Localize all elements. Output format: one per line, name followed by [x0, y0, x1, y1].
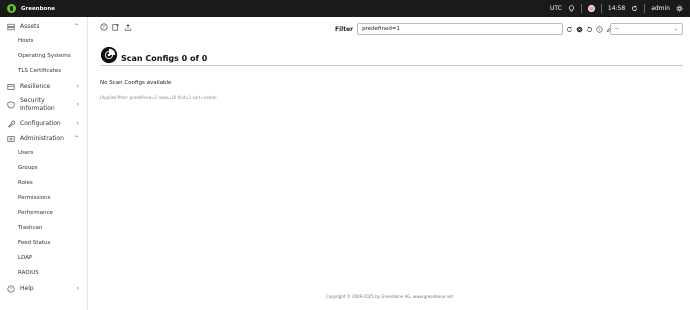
sidebar-group-label: Resilience	[20, 83, 51, 90]
chevron-right-icon: ›	[76, 83, 79, 90]
sidebar-group-label: Administration	[20, 135, 64, 142]
greenbone-logo-icon	[7, 4, 16, 13]
upload-icon[interactable]	[124, 23, 132, 31]
settings-gear-icon[interactable]	[676, 5, 683, 12]
chevron-up-icon: ⌃	[73, 135, 79, 142]
sidebar-group-label: Help	[20, 285, 34, 292]
chevron-right-icon: ›	[76, 285, 79, 292]
filter-input[interactable]	[357, 23, 564, 35]
sidebar-group-configuration[interactable]: Configuration ›	[0, 116, 87, 131]
admin-icon	[7, 135, 15, 142]
divider	[580, 4, 582, 13]
svg-text:?: ?	[598, 27, 600, 31]
refresh-icon[interactable]	[631, 5, 638, 12]
scan-config-icon	[100, 46, 118, 64]
filter-select-value: --	[615, 26, 619, 32]
resilience-icon	[7, 83, 15, 90]
sidebar-item-radius[interactable]: RADIUS	[0, 266, 87, 281]
filter-actions: ?	[566, 25, 613, 33]
sidebar: Assets ⌃ Hosts Operating Systems TLS Cer…	[0, 17, 88, 310]
clock-time: 14:58	[607, 5, 626, 12]
sidebar-item-operating-systems[interactable]: Operating Systems	[0, 49, 87, 64]
divider	[644, 4, 646, 13]
svg-text:?: ?	[10, 286, 12, 291]
help-icon: ?	[7, 284, 15, 293]
page-title: Scan Configs 0 of 0	[121, 53, 208, 63]
sidebar-group-label: Assets	[20, 23, 40, 30]
title-divider	[100, 65, 683, 66]
sidebar-group-resilience[interactable]: Resilience ›	[0, 79, 87, 94]
delete-filter-icon[interactable]	[576, 26, 583, 33]
location-pin-icon[interactable]	[568, 5, 575, 12]
divider	[600, 4, 602, 13]
chevron-down-icon: ⌄	[673, 26, 678, 32]
svg-text:?: ?	[103, 25, 105, 30]
sidebar-item-permissions[interactable]: Permissions	[0, 191, 87, 206]
brand-name: Greenbone	[21, 5, 55, 12]
sidebar-item-tls-certificates[interactable]: TLS Certificates	[0, 64, 87, 79]
toolbar: ?	[100, 23, 132, 31]
main-content: ? Filter ? -- ⌄ Scan Configs 0 of 0 No S…	[89, 17, 690, 310]
sidebar-group-administration[interactable]: Administration ⌃	[0, 131, 87, 146]
sidebar-group-help[interactable]: ? Help ›	[0, 281, 87, 296]
applied-filter-text: (Applied filter: predefined=1 rows=10 fi…	[100, 95, 217, 100]
filter-label: Filter	[335, 25, 354, 33]
chevron-right-icon: ›	[76, 120, 79, 127]
sidebar-item-hosts[interactable]: Hosts	[0, 34, 87, 49]
assets-icon	[7, 23, 15, 30]
page-header: Scan Configs 0 of 0	[100, 46, 207, 64]
sidebar-item-users[interactable]: Users	[0, 146, 87, 161]
sidebar-item-performance[interactable]: Performance	[0, 206, 87, 221]
sidebar-item-groups[interactable]: Groups	[0, 161, 87, 176]
new-config-icon[interactable]	[112, 23, 120, 31]
powerfilter: Filter ?	[335, 23, 613, 35]
chevron-up-icon: ⌃	[73, 23, 79, 30]
filter-help-icon[interactable]: ?	[596, 25, 603, 33]
filter-select[interactable]: -- ⌄	[610, 23, 683, 35]
top-bar: Greenbone UTC 14:58 admin	[0, 0, 690, 17]
sidebar-item-roles[interactable]: Roles	[0, 176, 87, 191]
brand[interactable]: Greenbone	[7, 4, 55, 13]
sidebar-item-trashcan[interactable]: Trashcan	[0, 221, 87, 236]
language-flag-icon[interactable]	[587, 5, 595, 12]
help-circle-icon[interactable]: ?	[100, 23, 108, 31]
top-right-area: UTC 14:58 admin	[550, 0, 683, 17]
sidebar-group-label: Security Information	[20, 97, 55, 112]
user-name[interactable]: admin	[651, 5, 670, 12]
sidebar-item-ldap[interactable]: LDAP	[0, 251, 87, 266]
chevron-right-icon: ›	[76, 101, 79, 108]
shield-icon	[7, 101, 15, 109]
footer-copyright: Copyright © 2009-2025 by Greenbone AG, w…	[325, 294, 454, 299]
sidebar-group-security-information[interactable]: Security Information ›	[0, 94, 87, 116]
sidebar-group-assets[interactable]: Assets ⌃	[0, 19, 87, 34]
wrench-icon	[8, 120, 15, 128]
empty-message: No Scan Configs available	[100, 80, 172, 86]
sidebar-group-label: Configuration	[20, 120, 61, 127]
reset-filter-icon[interactable]	[586, 26, 593, 33]
sidebar-item-feed-status[interactable]: Feed Status	[0, 236, 87, 251]
timezone-label: UTC	[549, 5, 562, 12]
refresh-filter-icon[interactable]	[566, 26, 573, 33]
